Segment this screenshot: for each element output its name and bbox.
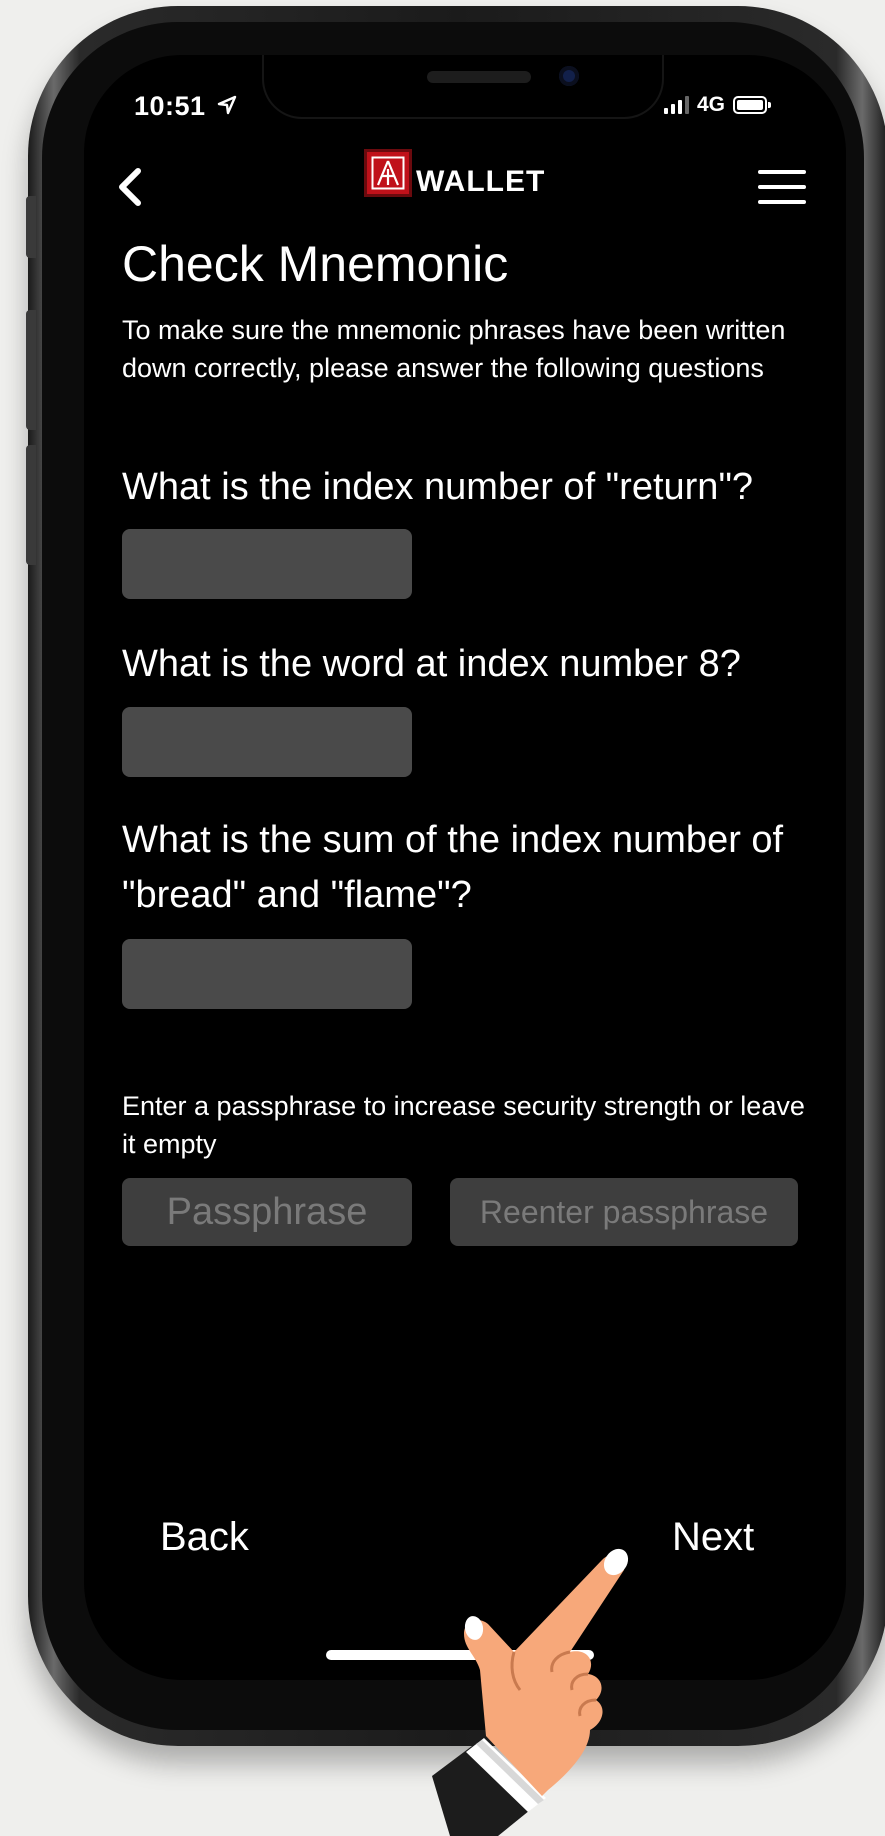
network-type: 4G (697, 93, 726, 116)
volume-down-button (26, 445, 36, 565)
volume-up-button (26, 310, 36, 430)
camera (559, 66, 579, 86)
question-3: What is the sum of the index number of "… (122, 819, 784, 916)
status-time: 10:51 (134, 91, 238, 122)
passphrase-input[interactable] (122, 1178, 412, 1246)
phone-screen: 10:51 4G WALLET Check Mnemonic To make s… (84, 55, 846, 1680)
notch (264, 55, 662, 117)
wallet-logo: WALLET (364, 149, 545, 197)
answer-2-input[interactable] (122, 707, 412, 777)
page-title: Check Mnemonic (122, 236, 509, 292)
back-button[interactable]: Back (160, 1515, 249, 1560)
passphrase-note: Enter a passphrase to increase security … (122, 1091, 805, 1159)
wallet-logo-text: WALLET (416, 165, 546, 198)
location-arrow-icon (217, 95, 236, 115)
intro-text: To make sure the mnemonic phrases have b… (122, 315, 786, 383)
reenter-passphrase-input[interactable] (450, 1178, 798, 1246)
hamburger-menu-icon[interactable] (758, 170, 806, 204)
silent-switch (26, 196, 36, 258)
back-chevron-icon[interactable] (114, 165, 148, 209)
next-button[interactable]: Next (672, 1515, 754, 1560)
status-time-text: 10:51 (134, 91, 206, 121)
pointing-hand-icon (432, 1548, 629, 1836)
answer-3-input[interactable] (122, 939, 412, 1009)
question-1: What is the index number of "return"? (122, 466, 754, 508)
answer-1-input[interactable] (122, 529, 412, 599)
status-indicators: 4G (664, 93, 772, 117)
battery-icon (733, 96, 772, 114)
speaker (427, 71, 531, 83)
wallet-logo-icon (364, 149, 412, 197)
signal-icon (664, 96, 689, 114)
question-2: What is the word at index number 8? (122, 643, 741, 685)
